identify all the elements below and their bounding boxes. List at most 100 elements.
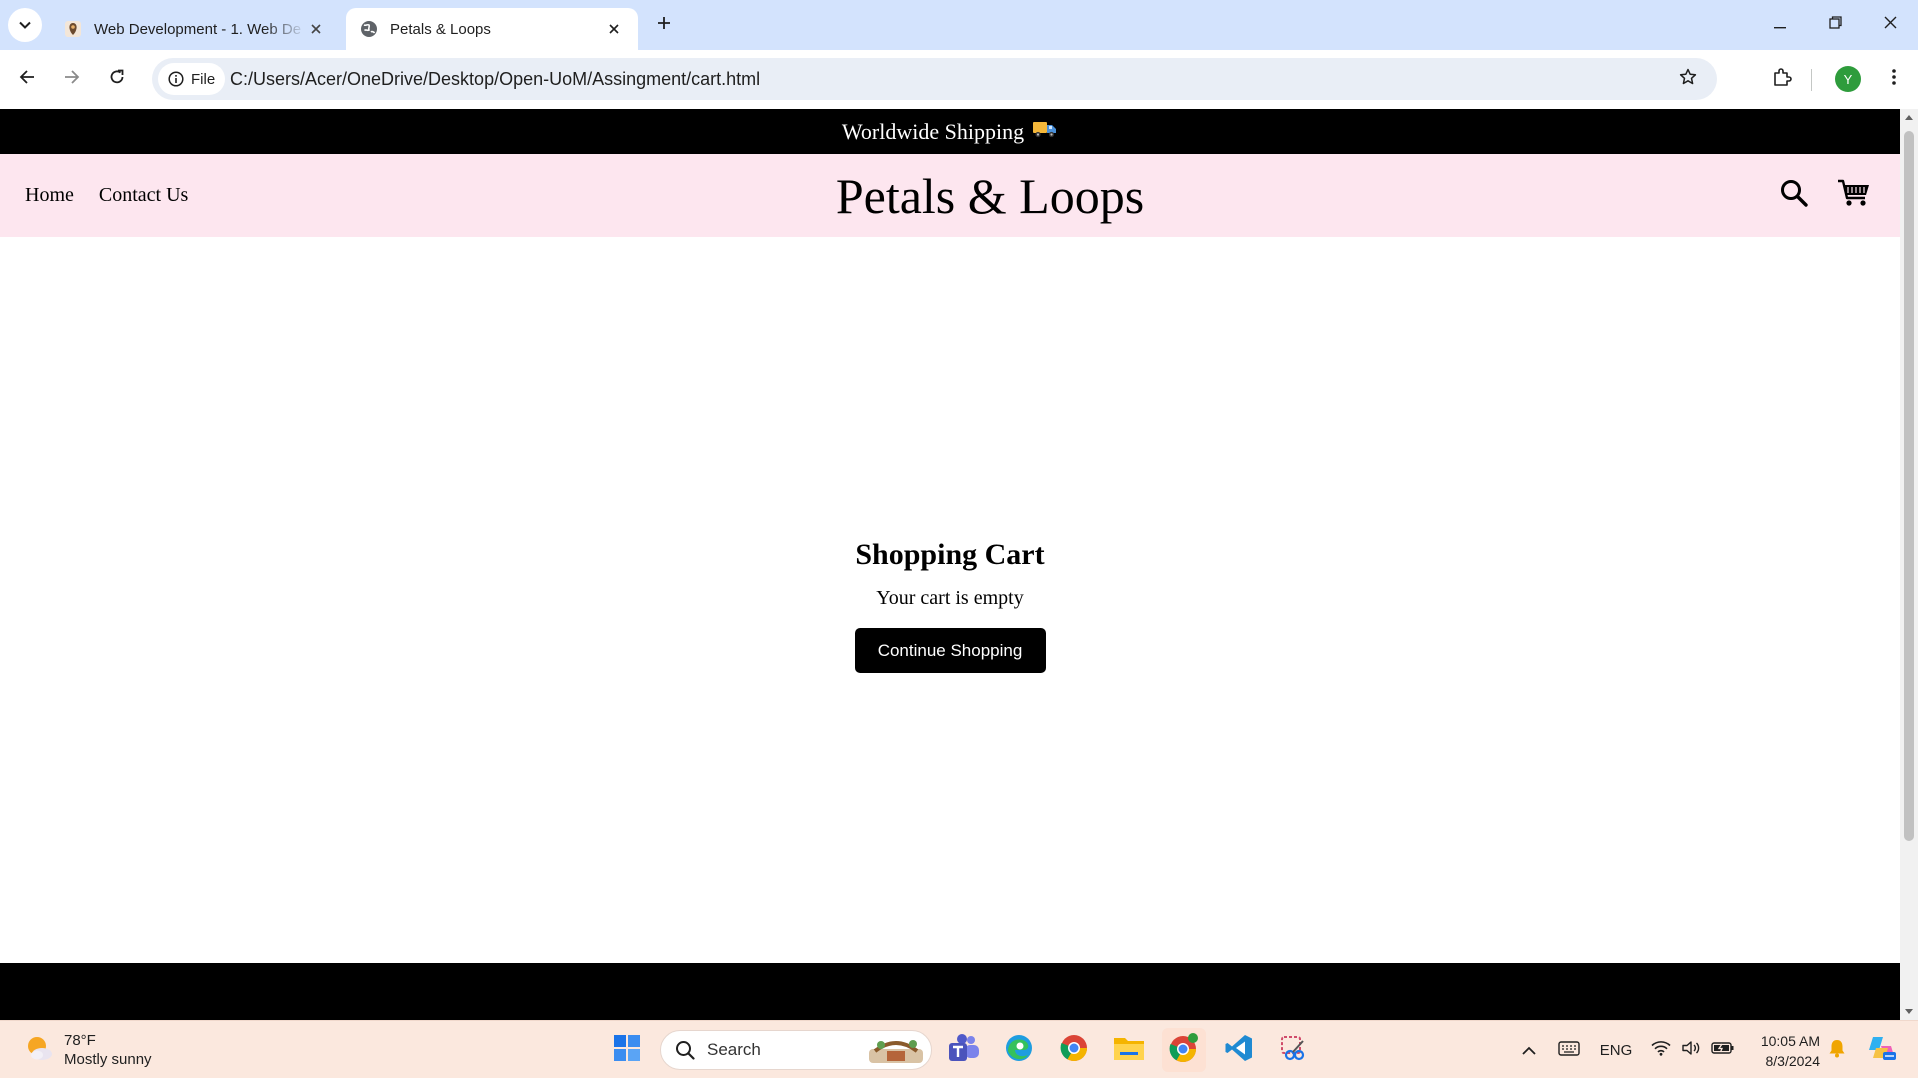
chrome-icon (1059, 1033, 1089, 1068)
close-window-button[interactable] (1862, 0, 1918, 50)
bookmark-button[interactable] (1671, 62, 1705, 96)
clock-date: 8/3/2024 (1765, 1053, 1821, 1069)
chrome-icon (1168, 1032, 1200, 1069)
minimize-icon (1774, 16, 1786, 34)
tab-title: Petals & Loops (390, 20, 491, 38)
info-icon (168, 71, 184, 87)
continue-shopping-button[interactable]: Continue Shopping (854, 628, 1046, 673)
weather-temperature: 78°F (64, 1032, 96, 1049)
announcement-bar: Worldwide Shipping (0, 109, 1900, 154)
search-highlight-illustration-icon (867, 1035, 925, 1065)
plus-icon (657, 16, 671, 35)
search-icon (676, 1041, 695, 1060)
keyboard-icon (1558, 1040, 1580, 1060)
back-button[interactable] (10, 62, 44, 96)
folder-icon (1113, 1034, 1145, 1067)
close-icon (1884, 16, 1897, 34)
site-chip-label: File (191, 70, 216, 88)
forward-button[interactable] (55, 62, 89, 96)
extensions-button[interactable] (1765, 62, 1799, 96)
announcement-text: Worldwide Shipping (841, 118, 1025, 144)
speaker-icon (1681, 1040, 1701, 1060)
cart-button[interactable] (1834, 175, 1874, 215)
arrow-right-icon (64, 69, 80, 90)
profile-avatar[interactable]: Y (1835, 66, 1861, 92)
site-header: Home Contact Us Petals & Loops (0, 154, 1900, 237)
edge-app[interactable] (997, 1028, 1041, 1072)
truck-icon (1032, 119, 1058, 145)
windows-taskbar: 78°F Mostly sunny Search ENG 10:05 AM 8/… (0, 1020, 1918, 1078)
reload-button[interactable] (100, 62, 134, 96)
page-scrollbar[interactable] (1900, 109, 1918, 1020)
chrome-app[interactable] (1052, 1028, 1096, 1072)
vscode-app[interactable] (1217, 1028, 1261, 1072)
cart-title: Shopping Cart (855, 538, 1045, 571)
scroll-up-icon[interactable] (1904, 112, 1914, 122)
site-logo-title[interactable]: Petals & Loops (0, 154, 1900, 237)
bell-icon (1828, 1038, 1846, 1062)
chrome-profile-app[interactable] (1162, 1028, 1206, 1072)
start-button[interactable] (605, 1028, 649, 1072)
toolbar-divider (1811, 69, 1812, 91)
address-bar[interactable]: File C:/Users/Acer/OneDrive/Desktop/Open… (152, 58, 1717, 100)
wifi-icon (1651, 1040, 1671, 1060)
input-language[interactable]: ENG (1594, 1021, 1638, 1078)
arrow-left-icon (19, 69, 35, 90)
reload-icon (109, 69, 125, 90)
chevron-up-icon (1522, 1042, 1536, 1059)
battery-button[interactable] (1708, 1021, 1738, 1078)
restore-icon (1828, 16, 1842, 34)
network-button[interactable] (1648, 1021, 1674, 1078)
star-icon (1679, 68, 1697, 91)
clock-time: 10:05 AM (1760, 1033, 1820, 1049)
minimize-button[interactable] (1752, 0, 1808, 50)
system-clock[interactable]: 10:05 AM 8/3/2024 (1748, 1031, 1820, 1071)
tab-title: Web Development - 1. Web De (94, 20, 302, 38)
restore-button[interactable] (1807, 0, 1863, 50)
search-icon (1779, 178, 1809, 213)
chevron-down-icon (19, 16, 31, 34)
browser-toolbar: File C:/Users/Acer/OneDrive/Desktop/Open… (0, 50, 1918, 109)
scrollbar-thumb[interactable] (1904, 131, 1914, 841)
sun-cloud-icon (24, 1033, 54, 1068)
search-placeholder: Search (707, 1040, 761, 1059)
touch-keyboard-button[interactable] (1554, 1021, 1584, 1078)
empty-cart-message: Your cart is empty (876, 587, 1024, 609)
battery-charging-icon (1711, 1041, 1735, 1059)
edge-icon (1004, 1033, 1034, 1068)
weather-widget[interactable]: 78°F Mostly sunny (24, 1031, 152, 1069)
browser-tabstrip: Web Development - 1. Web De Petals & Loo… (0, 0, 1918, 50)
cart-section: Shopping Cart Your cart is empty Continu… (0, 537, 1900, 673)
teams-app[interactable] (942, 1028, 986, 1072)
taskbar-search[interactable]: Search (660, 1030, 932, 1070)
site-footer (0, 963, 1900, 1020)
browser-menu-button[interactable] (1877, 62, 1911, 96)
weather-description: Mostly sunny (64, 1051, 152, 1068)
web-page: Worldwide Shipping Home Contact Us Petal… (0, 109, 1900, 1020)
close-tab-icon[interactable] (306, 19, 326, 39)
notifications-button[interactable] (1824, 1021, 1850, 1078)
new-tab-button[interactable] (650, 11, 678, 39)
teams-icon (948, 1033, 980, 1068)
scroll-down-icon[interactable] (1904, 1007, 1914, 1017)
tab-web-development[interactable]: Web Development - 1. Web De (50, 8, 340, 50)
windows-logo-icon (613, 1034, 641, 1067)
url-text[interactable]: C:/Users/Acer/OneDrive/Desktop/Open-UoM/… (230, 58, 760, 100)
tab-search-dropdown[interactable] (8, 8, 42, 42)
volume-button[interactable] (1678, 1021, 1704, 1078)
site-info-chip[interactable]: File (158, 63, 226, 95)
vscode-icon (1224, 1033, 1254, 1068)
copilot-button[interactable] (1862, 1021, 1902, 1078)
search-button[interactable] (1774, 175, 1814, 215)
snipping-tool-app[interactable] (1272, 1028, 1316, 1072)
show-hidden-icons-button[interactable] (1516, 1021, 1542, 1078)
file-explorer-app[interactable] (1107, 1028, 1151, 1072)
globe-icon (360, 20, 378, 38)
close-tab-icon[interactable] (604, 19, 624, 39)
more-vert-icon (1892, 68, 1896, 90)
copilot-icon (1867, 1034, 1897, 1066)
snipping-tool-icon (1279, 1033, 1309, 1068)
puzzle-icon (1772, 67, 1792, 92)
tab-petals-loops[interactable]: Petals & Loops (346, 8, 638, 50)
course-site-icon (64, 20, 82, 38)
